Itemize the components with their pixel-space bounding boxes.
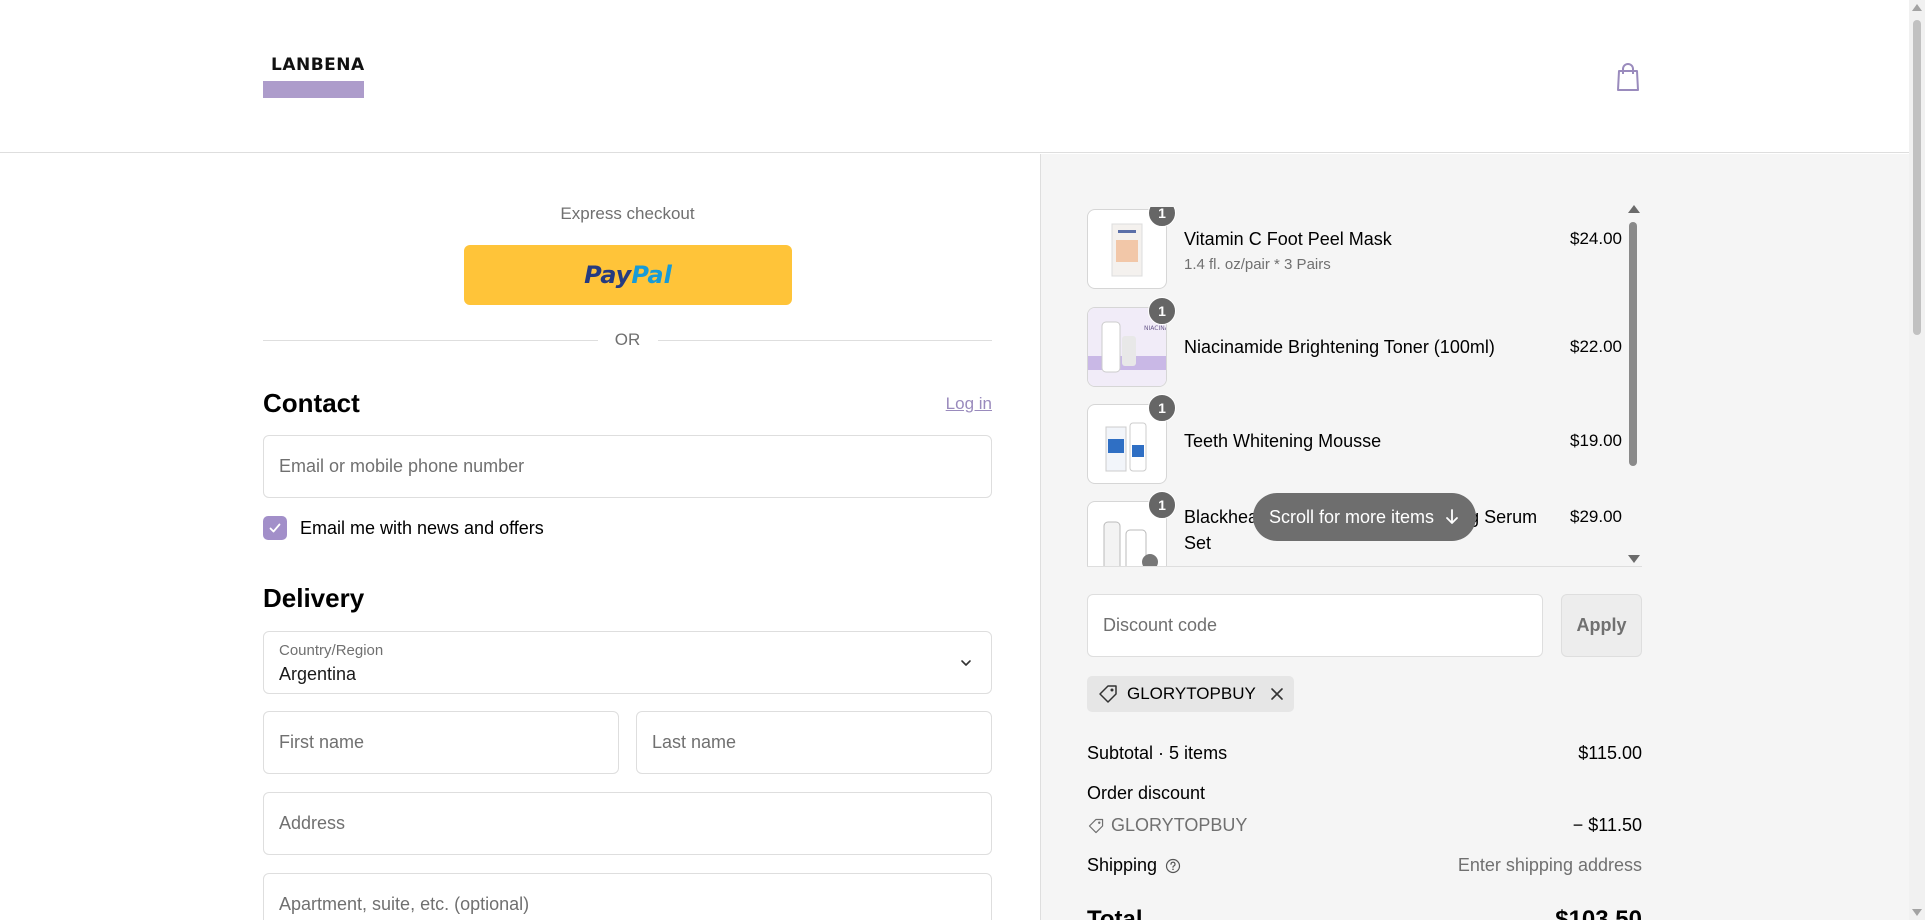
scroll-down-arrow-icon[interactable] — [1628, 555, 1640, 563]
country-label: Country/Region — [279, 642, 384, 659]
apartment-wrapper — [263, 873, 992, 920]
email-field[interactable] — [264, 436, 991, 497]
page-scroll-down-icon[interactable] — [1912, 909, 1922, 916]
arrow-down-icon — [1446, 509, 1458, 524]
order-discount-label: Order discount — [1087, 783, 1206, 803]
scroll-hint-label: Scroll for more items — [1268, 506, 1435, 527]
applied-code-text: GLORYTOPBUY — [1127, 684, 1256, 703]
total-row: Total $103.50 — [1087, 906, 1642, 920]
country-select[interactable]: Country/Region Argentina — [263, 631, 992, 694]
first-name-field[interactable] — [264, 712, 618, 773]
country-value: Argentina — [279, 664, 357, 684]
discount-code-row: GLORYTOPBUY − $11.50 — [1087, 815, 1642, 840]
brand-logo-text: LANBENA — [271, 55, 365, 75]
login-link[interactable]: Log in — [946, 394, 992, 414]
page-scroll-up-icon[interactable] — [1912, 4, 1922, 11]
contact-title: Contact — [263, 388, 360, 418]
scrollbar-thumb[interactable] — [1629, 222, 1637, 466]
email-field-wrapper — [263, 435, 992, 498]
items-scrollbar[interactable] — [1626, 205, 1640, 563]
discount-code-field[interactable] — [1088, 595, 1542, 656]
quantity-badge: 1 — [1148, 297, 1176, 325]
remove-discount-button[interactable] — [1270, 687, 1284, 701]
last-name-field[interactable] — [637, 712, 991, 773]
delivery-title: Delivery — [263, 583, 365, 613]
scroll-up-arrow-icon[interactable] — [1628, 205, 1640, 213]
brand-logo[interactable]: LANBENA — [263, 52, 364, 98]
divider-line-right — [658, 340, 992, 341]
shipping-value: Enter shipping address — [1457, 855, 1642, 875]
order-discount-row: Order discount — [1087, 783, 1642, 804]
discount-code-text: GLORYTOPBUY — [1111, 815, 1248, 835]
item-price: $29.00 — [1570, 507, 1622, 526]
last-name-wrapper — [636, 711, 992, 774]
paypal-logo: PayPal — [584, 261, 672, 289]
item-name: Niacinamide Brightening Toner (100ml) — [1184, 337, 1495, 357]
newsletter-label: Email me with news and offers — [300, 517, 544, 538]
express-checkout-title: Express checkout — [560, 204, 695, 223]
tag-icon — [1099, 685, 1117, 703]
quantity-badge: 1 — [1148, 394, 1176, 422]
apply-discount-button[interactable]: Apply — [1561, 594, 1642, 657]
site-header: LANBENA — [0, 0, 1909, 153]
tag-icon — [1088, 818, 1104, 833]
paypal-button[interactable]: PayPal — [464, 245, 792, 305]
subtotal-label: Subtotal · 5 items — [1087, 743, 1228, 763]
subtotal-value: $115.00 — [1578, 743, 1642, 763]
shipping-label: Shipping — [1087, 855, 1158, 875]
item-price: $22.00 — [1570, 337, 1622, 356]
page-scrollbar-thumb[interactable] — [1913, 20, 1921, 335]
scroll-for-more-button[interactable]: Scroll for more items — [1253, 493, 1476, 541]
shipping-label-group: Shipping — [1087, 855, 1181, 876]
discount-value: − $11.50 — [1572, 815, 1642, 835]
subtotal-row: Subtotal · 5 items $115.00 — [1087, 743, 1642, 764]
item-name: Teeth Whitening Mousse — [1184, 431, 1382, 451]
applied-discount-chip: GLORYTOPBUY — [1087, 676, 1294, 712]
item-price: $19.00 — [1570, 431, 1622, 450]
page-scrollbar[interactable] — [1909, 0, 1925, 920]
chevron-down-icon — [961, 660, 971, 666]
discount-code-display: GLORYTOPBUY — [1087, 815, 1247, 836]
first-name-wrapper — [263, 711, 619, 774]
item-variant: Blackhead Remover Set — [1184, 564, 1346, 566]
svg-text:NIACINAMIDE: NIACINAMIDE — [1144, 325, 1167, 332]
total-value: $103.50 — [1555, 906, 1642, 920]
newsletter-checkbox[interactable] — [263, 516, 287, 540]
address-wrapper — [263, 792, 992, 855]
close-icon — [1271, 688, 1283, 700]
checkmark-icon — [269, 523, 281, 533]
item-name: Vitamin C Foot Peel Mask — [1184, 229, 1392, 249]
discount-code-wrapper — [1087, 594, 1543, 657]
shipping-row: Shipping Enter shipping address — [1087, 855, 1642, 876]
quantity-badge: 1 — [1148, 491, 1176, 519]
shopping-bag-icon[interactable] — [1613, 61, 1643, 93]
brand-logo-bar — [263, 81, 364, 98]
item-variant: 1.4 fl. oz/pair * 3 Pairs — [1184, 256, 1331, 273]
item-price: $24.00 — [1570, 229, 1622, 248]
or-divider: OR — [263, 330, 992, 350]
address-field[interactable] — [264, 793, 991, 854]
newsletter-row: Email me with news and offers — [263, 515, 544, 541]
help-icon[interactable] — [1165, 858, 1181, 874]
apartment-field[interactable] — [264, 874, 991, 920]
total-label: Total — [1087, 906, 1143, 920]
